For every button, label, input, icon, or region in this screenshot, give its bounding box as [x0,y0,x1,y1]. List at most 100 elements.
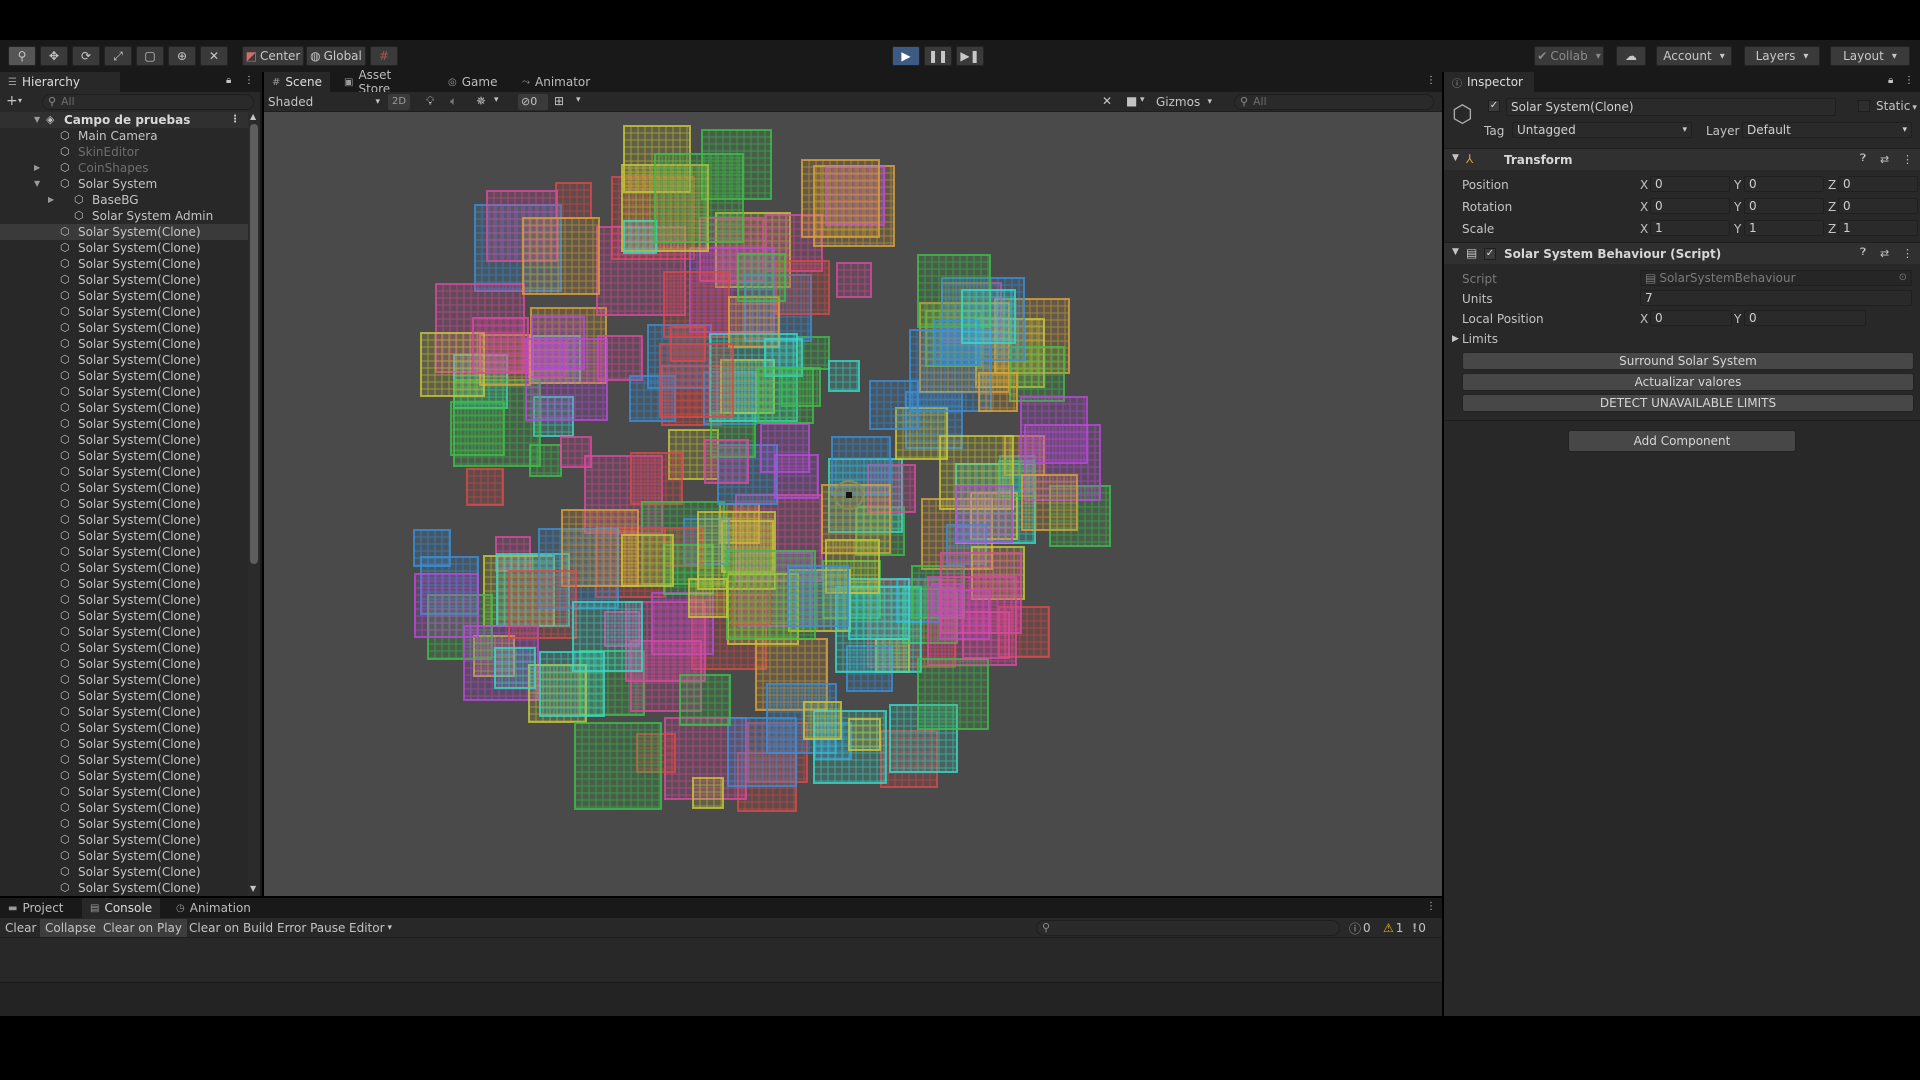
scale-z-field[interactable]: 1 [1838,220,1918,236]
hierarchy-item-clone[interactable]: ⬡ Solar System(Clone) [0,736,248,752]
hierarchy-item[interactable]: ▶ ⬡ BaseBG [0,192,248,208]
grid-square[interactable] [774,454,819,499]
hierarchy-item-clone[interactable]: ⬡ Solar System(Clone) [0,304,248,320]
chevron-down-icon[interactable]: ▾ [576,95,581,105]
grid-square[interactable] [413,529,451,567]
rotation-x-field[interactable]: 0 [1650,198,1730,214]
editor-dropdown[interactable]: Editor ▾ [344,919,397,937]
grid-square[interactable] [572,601,643,672]
hierarchy-search-input[interactable]: All [42,94,254,110]
grid-square[interactable] [962,611,1010,659]
tools-icon[interactable]: ✕ [1102,94,1112,108]
hierarchy-item-clone[interactable]: ⬡ Solar System(Clone) [0,608,248,624]
hierarchy-item-clone[interactable]: ⬡ Solar System(Clone) [0,352,248,368]
camera-gizmo[interactable] [834,480,864,510]
hierarchy-item-clone[interactable]: ⬡ Solar System(Clone) [0,656,248,672]
grid-square[interactable] [508,570,577,639]
hierarchy-item-clone[interactable]: ⬡ Solar System(Clone) [0,224,248,240]
grid-square[interactable] [803,701,842,740]
hierarchy-item-clone[interactable]: ⬡ Solar System(Clone) [0,752,248,768]
hierarchy-item-clone[interactable]: ⬡ Solar System(Clone) [0,832,248,848]
position-x-field[interactable]: 0 [1650,176,1730,192]
tab-inspector[interactable]: ⓘ Inspector [1444,72,1534,92]
grid-square[interactable] [466,468,504,506]
light-bulb-icon[interactable]: 💡︎ [426,94,434,109]
surround-solar-system-button[interactable]: Surround Solar System [1462,352,1914,370]
object-name-field[interactable]: Solar System(Clone) [1506,98,1836,116]
scale-tool-button[interactable]: ⤢ [104,46,132,66]
toggle-2d-button[interactable]: 2D [388,94,410,110]
kebab-menu-icon[interactable]: ⋮ [244,75,254,86]
chevron-down-icon[interactable]: ▾ [494,95,499,105]
tag-dropdown[interactable]: Untagged ▾ [1512,122,1692,138]
grid-square[interactable] [621,534,674,587]
grid-square[interactable] [659,343,734,418]
kebab-menu-icon[interactable]: ⋮ [1902,153,1913,166]
scene-search-input[interactable]: All [1234,94,1434,110]
grid-square[interactable] [961,289,1016,344]
collapse-button[interactable]: Collapse [40,919,101,937]
grid-square[interactable] [978,372,1018,412]
hidden-objects-toggle[interactable]: ⊘0 [518,94,548,110]
hierarchy-item-clone[interactable]: ⬡ Solar System(Clone) [0,240,248,256]
scale-x-field[interactable]: 1 [1650,220,1730,236]
hierarchy-item-clone[interactable]: ⬡ Solar System(Clone) [0,784,248,800]
preset-icon[interactable]: ⇄ [1880,153,1889,166]
hierarchy-item-clone[interactable]: ⬡ Solar System(Clone) [0,432,248,448]
lock-icon[interactable]: 🔒︎ [226,75,231,86]
limits-foldout[interactable]: Limits [1462,332,1498,346]
warning-count-toggle[interactable]: ⚠ 1 [1378,919,1408,937]
hierarchy-item-clone[interactable]: ⬡ Solar System(Clone) [0,560,248,576]
layers-dropdown[interactable]: Layers [1744,46,1820,66]
add-component-button[interactable]: Add Component [1568,430,1796,452]
kebab-menu-icon[interactable]: ⋮ [1426,901,1436,912]
hierarchy-item-clone[interactable]: ⬡ Solar System(Clone) [0,336,248,352]
audio-icon[interactable]: 🔈︎ [450,94,457,109]
hierarchy-item[interactable]: ▶ ⬡ CoinShapes [0,160,248,176]
tab-hierarchy[interactable]: ☰ Hierarchy [0,72,120,92]
active-checkbox[interactable]: ✓ [1488,100,1500,112]
layout-dropdown[interactable]: Layout [1830,46,1910,66]
rotation-y-field[interactable]: 0 [1744,198,1824,214]
hierarchy-item-clone[interactable]: ⬡ Solar System(Clone) [0,816,248,832]
hierarchy-item-clone[interactable]: ⬡ Solar System(Clone) [0,256,248,272]
clear-on-build-button[interactable]: Clear on Build [184,919,278,937]
chevron-down-icon[interactable]: ▾ [18,96,22,105]
hierarchy-item-clone[interactable]: ⬡ Solar System(Clone) [0,416,248,432]
grid-square[interactable] [623,220,657,254]
view-tool-button[interactable]: ⚲ [8,46,36,66]
grid-square[interactable] [472,317,529,374]
hierarchy-item[interactable]: ⬡ Main Camera [0,128,248,144]
scene-viewport[interactable] [264,112,1442,896]
hierarchy-item-clone[interactable]: ⬡ Solar System(Clone) [0,848,248,864]
preset-icon[interactable]: ⇄ [1880,247,1889,260]
chevron-down-icon[interactable]: ▾ [1140,95,1145,105]
grid-square[interactable] [560,436,592,468]
account-dropdown[interactable]: Account [1656,46,1732,66]
tab-animator[interactable]: ⤳ Animator [514,72,596,92]
tab-animation[interactable]: ◷ Animation [168,898,260,918]
grid-square[interactable] [522,217,600,295]
move-tool-button[interactable]: ✥ [40,46,68,66]
hierarchy-item[interactable]: ⬡ Solar System Admin [0,208,248,224]
detect-unavailable-limits-button[interactable]: DETECT UNAVAILABLE LIMITS [1462,394,1914,412]
component-enabled-checkbox[interactable]: ✓ [1484,248,1496,260]
grid-square[interactable] [828,360,860,392]
hierarchy-item-clone[interactable]: ⬡ Solar System(Clone) [0,368,248,384]
add-icon[interactable]: + [6,93,18,109]
step-button[interactable]: ▶❚ [956,46,984,66]
scroll-up-icon[interactable]: ▲ [250,112,256,121]
lock-icon[interactable]: 🔒︎ [1888,75,1893,86]
grid-square[interactable] [869,380,919,430]
clear-on-play-button[interactable]: Clear on Play [98,919,187,937]
kebab-menu-icon[interactable]: ⋮ [1426,75,1436,86]
grid-square[interactable] [494,647,536,689]
hierarchy-item-clone[interactable]: ⬡ Solar System(Clone) [0,544,248,560]
grid-square[interactable] [555,182,592,219]
grid-square[interactable] [1021,474,1078,531]
pivot-rotation-button[interactable]: ◍ Global [306,46,366,66]
hierarchy-item-clone[interactable]: ⬡ Solar System(Clone) [0,464,248,480]
hierarchy-item-clone[interactable]: ⬡ Solar System(Clone) [0,528,248,544]
error-count-toggle[interactable]: ❗︎ 0 [1408,919,1431,937]
tab-asset-store[interactable]: ▣ Asset Store [336,68,432,96]
